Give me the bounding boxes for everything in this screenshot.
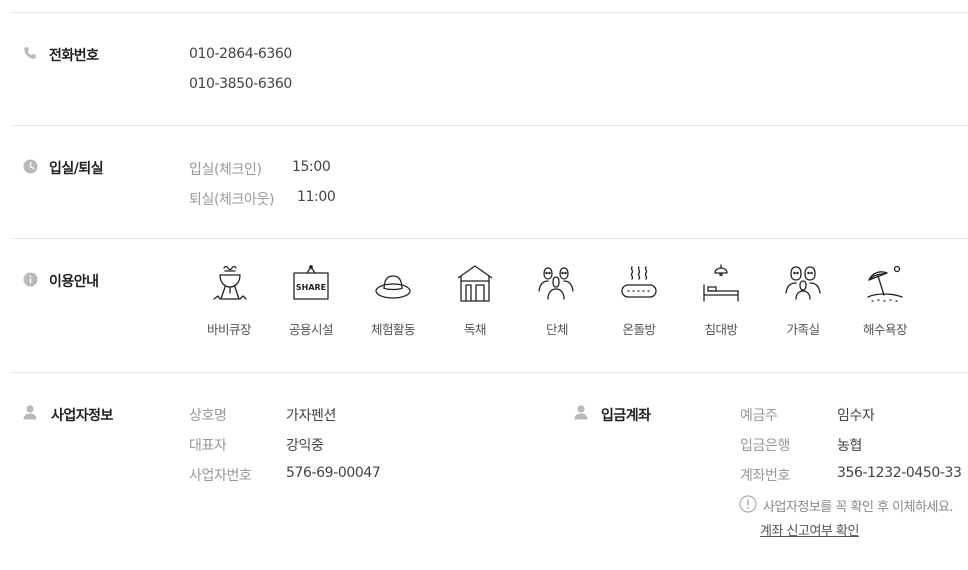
business-section: 사업자정보 상호명 가자펜션 대표자 강익중 사업자번호 576-69-0004… — [11, 373, 968, 570]
account-value-bank: 농협 — [837, 438, 862, 454]
amenity-label: 단체 — [545, 322, 569, 337]
phone-icon — [22, 45, 38, 61]
person-icon — [573, 404, 589, 420]
clock-icon — [22, 158, 38, 174]
checkout-label: 퇴실(체크아웃) — [189, 192, 275, 208]
account-label-bank: 입금은행 — [740, 438, 790, 454]
amenity-shared-facility: SHARE 공용시설 — [270, 263, 352, 338]
amenity-label: 체험활동 — [370, 322, 416, 337]
account-value-holder: 임수자 — [837, 408, 875, 424]
amenity-label: 온돌방 — [622, 322, 656, 337]
amenity-label: 공용시설 — [288, 322, 334, 337]
amenity-bed-room: 침대방 — [680, 263, 762, 338]
amenity-private-house: 독채 — [434, 263, 516, 338]
phone-section: 전화번호 010-2864-6360 010-3850-6360 — [11, 13, 968, 126]
checkin-section: 입실/퇴실 입실(체크인) 15:00 퇴실(체크아웃) 11:00 — [11, 126, 968, 239]
business-value-number: 576-69-00047 — [286, 465, 381, 481]
account-label-number: 계좌번호 — [740, 468, 790, 484]
business-title: 사업자정보 — [51, 408, 113, 424]
amenity-bbq: 바비큐장 — [188, 263, 270, 338]
business-value-owner: 강익중 — [286, 438, 324, 454]
usage-title: 이용안내 — [49, 274, 99, 290]
bed-icon — [703, 264, 739, 302]
amenity-label: 독채 — [463, 322, 487, 337]
amenity-label: 침대방 — [704, 322, 738, 337]
info-icon — [22, 271, 38, 287]
account-title: 입금계좌 — [601, 408, 651, 424]
account-value-number: 356-1232-0450-33 — [837, 465, 962, 481]
amenity-experience: 체험활동 — [352, 263, 434, 338]
phone-number-1[interactable]: 010-2864-6360 — [189, 46, 292, 62]
svg-text:SHARE: SHARE — [296, 283, 326, 292]
business-label-name: 상호명 — [189, 408, 227, 424]
phone-number-2[interactable]: 010-3850-6360 — [189, 76, 292, 92]
heated-floor-icon — [621, 266, 657, 298]
account-report-check-link[interactable]: 계좌 신고여부 확인 — [760, 520, 859, 539]
checkin-time: 15:00 — [292, 159, 331, 175]
amenity-beach: 해수욕장 — [844, 263, 926, 338]
amenity-ondol-room: 온돌방 — [598, 263, 680, 338]
hat-icon — [375, 275, 411, 299]
amenity-family-room: 가족실 — [762, 263, 844, 338]
house-icon — [457, 265, 493, 302]
person-icon — [22, 404, 38, 420]
amenity-group: 단체 — [516, 263, 598, 338]
checkin-label: 입실(체크인) — [189, 162, 262, 178]
share-sign-icon: SHARE — [293, 265, 329, 300]
business-label-number: 사업자번호 — [189, 468, 252, 484]
bbq-grill-icon — [213, 265, 247, 300]
family-icon — [785, 266, 821, 300]
checkin-title: 입실/퇴실 — [49, 161, 104, 177]
phone-title: 전화번호 — [49, 48, 99, 64]
account-label-holder: 예금주 — [740, 408, 778, 424]
exclamation-circle-icon — [739, 495, 757, 513]
business-label-owner: 대표자 — [189, 438, 227, 454]
beach-umbrella-icon — [867, 265, 903, 302]
checkout-time: 11:00 — [297, 189, 336, 205]
business-value-name: 가자펜션 — [286, 408, 336, 424]
amenity-label: 가족실 — [786, 322, 820, 337]
transfer-notice: 사업자정보를 꼭 확인 후 이체하세요. — [763, 500, 954, 515]
amenity-label: 바비큐장 — [206, 322, 252, 337]
usage-section: 이용안내 바비큐장 SHARE 공용시설 체험활동 독채 단체 온돌방 침대방 … — [11, 239, 968, 373]
group-icon — [538, 267, 574, 300]
amenity-label: 해수욕장 — [862, 322, 908, 337]
